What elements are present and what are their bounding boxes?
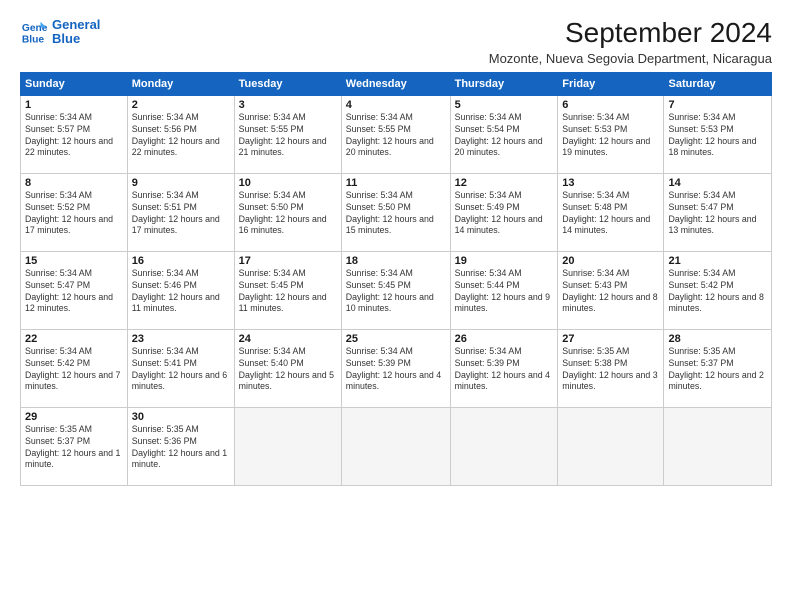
- table-row: 26Sunrise: 5:34 AMSunset: 5:39 PMDayligh…: [450, 329, 558, 407]
- table-row: 11Sunrise: 5:34 AMSunset: 5:50 PMDayligh…: [341, 173, 450, 251]
- calendar-week-5: 29Sunrise: 5:35 AMSunset: 5:37 PMDayligh…: [21, 407, 772, 485]
- table-row: 27Sunrise: 5:35 AMSunset: 5:38 PMDayligh…: [558, 329, 664, 407]
- table-row: 5Sunrise: 5:34 AMSunset: 5:54 PMDaylight…: [450, 95, 558, 173]
- table-row: 6Sunrise: 5:34 AMSunset: 5:53 PMDaylight…: [558, 95, 664, 173]
- table-row: [341, 407, 450, 485]
- table-row: 13Sunrise: 5:34 AMSunset: 5:48 PMDayligh…: [558, 173, 664, 251]
- location-subtitle: Mozonte, Nueva Segovia Department, Nicar…: [489, 51, 772, 66]
- table-row: 28Sunrise: 5:35 AMSunset: 5:37 PMDayligh…: [664, 329, 772, 407]
- logo: General Blue General Blue: [20, 18, 100, 47]
- table-row: [450, 407, 558, 485]
- calendar-week-2: 8Sunrise: 5:34 AMSunset: 5:52 PMDaylight…: [21, 173, 772, 251]
- month-title: September 2024: [489, 18, 772, 49]
- logo-icon: General Blue: [20, 18, 48, 46]
- table-row: 1Sunrise: 5:34 AMSunset: 5:57 PMDaylight…: [21, 95, 128, 173]
- col-thursday: Thursday: [450, 72, 558, 95]
- table-row: 24Sunrise: 5:34 AMSunset: 5:40 PMDayligh…: [234, 329, 341, 407]
- table-row: 4Sunrise: 5:34 AMSunset: 5:55 PMDaylight…: [341, 95, 450, 173]
- col-wednesday: Wednesday: [341, 72, 450, 95]
- table-row: 23Sunrise: 5:34 AMSunset: 5:41 PMDayligh…: [127, 329, 234, 407]
- table-row: 25Sunrise: 5:34 AMSunset: 5:39 PMDayligh…: [341, 329, 450, 407]
- calendar-week-4: 22Sunrise: 5:34 AMSunset: 5:42 PMDayligh…: [21, 329, 772, 407]
- svg-text:Blue: Blue: [22, 35, 45, 46]
- page: General Blue General Blue September 2024…: [0, 0, 792, 612]
- table-row: [234, 407, 341, 485]
- table-row: 16Sunrise: 5:34 AMSunset: 5:46 PMDayligh…: [127, 251, 234, 329]
- table-row: 15Sunrise: 5:34 AMSunset: 5:47 PMDayligh…: [21, 251, 128, 329]
- table-row: 7Sunrise: 5:34 AMSunset: 5:53 PMDaylight…: [664, 95, 772, 173]
- table-row: 12Sunrise: 5:34 AMSunset: 5:49 PMDayligh…: [450, 173, 558, 251]
- table-row: [664, 407, 772, 485]
- col-saturday: Saturday: [664, 72, 772, 95]
- table-row: 19Sunrise: 5:34 AMSunset: 5:44 PMDayligh…: [450, 251, 558, 329]
- table-row: 10Sunrise: 5:34 AMSunset: 5:50 PMDayligh…: [234, 173, 341, 251]
- calendar-header-row: Sunday Monday Tuesday Wednesday Thursday…: [21, 72, 772, 95]
- table-row: 22Sunrise: 5:34 AMSunset: 5:42 PMDayligh…: [21, 329, 128, 407]
- table-row: 3Sunrise: 5:34 AMSunset: 5:55 PMDaylight…: [234, 95, 341, 173]
- table-row: 29Sunrise: 5:35 AMSunset: 5:37 PMDayligh…: [21, 407, 128, 485]
- logo-text: General Blue: [52, 18, 100, 47]
- col-friday: Friday: [558, 72, 664, 95]
- title-block: September 2024 Mozonte, Nueva Segovia De…: [489, 18, 772, 66]
- table-row: 2Sunrise: 5:34 AMSunset: 5:56 PMDaylight…: [127, 95, 234, 173]
- calendar: Sunday Monday Tuesday Wednesday Thursday…: [20, 72, 772, 486]
- table-row: 18Sunrise: 5:34 AMSunset: 5:45 PMDayligh…: [341, 251, 450, 329]
- svg-text:General: General: [22, 23, 48, 34]
- table-row: 17Sunrise: 5:34 AMSunset: 5:45 PMDayligh…: [234, 251, 341, 329]
- table-row: 21Sunrise: 5:34 AMSunset: 5:42 PMDayligh…: [664, 251, 772, 329]
- table-row: 8Sunrise: 5:34 AMSunset: 5:52 PMDaylight…: [21, 173, 128, 251]
- col-monday: Monday: [127, 72, 234, 95]
- table-row: 20Sunrise: 5:34 AMSunset: 5:43 PMDayligh…: [558, 251, 664, 329]
- header: General Blue General Blue September 2024…: [20, 18, 772, 66]
- table-row: 9Sunrise: 5:34 AMSunset: 5:51 PMDaylight…: [127, 173, 234, 251]
- table-row: [558, 407, 664, 485]
- calendar-week-1: 1Sunrise: 5:34 AMSunset: 5:57 PMDaylight…: [21, 95, 772, 173]
- table-row: 14Sunrise: 5:34 AMSunset: 5:47 PMDayligh…: [664, 173, 772, 251]
- table-row: 30Sunrise: 5:35 AMSunset: 5:36 PMDayligh…: [127, 407, 234, 485]
- col-sunday: Sunday: [21, 72, 128, 95]
- calendar-week-3: 15Sunrise: 5:34 AMSunset: 5:47 PMDayligh…: [21, 251, 772, 329]
- col-tuesday: Tuesday: [234, 72, 341, 95]
